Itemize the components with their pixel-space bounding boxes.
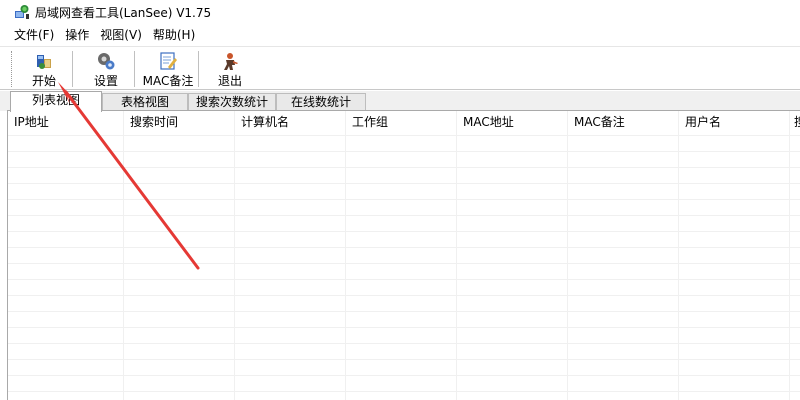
start-button[interactable]: 开始 xyxy=(26,49,62,89)
mac-note-icon xyxy=(158,51,178,71)
tab-online-count[interactable]: 在线数统计 xyxy=(276,93,366,111)
grid-line xyxy=(8,327,800,328)
grid-line xyxy=(789,111,790,400)
column-header-truncated[interactable]: 搜 xyxy=(790,111,800,135)
app-logo-icon xyxy=(14,4,30,20)
grid-line xyxy=(345,111,346,400)
title-bar: 局域网查看工具(LanSee) V1.75 xyxy=(0,0,800,24)
column-header-computer-name[interactable]: 计算机名 xyxy=(235,111,346,135)
grid-line xyxy=(8,231,800,232)
settings-icon xyxy=(96,51,116,71)
start-label: 开始 xyxy=(31,74,56,88)
menu-help[interactable]: 帮助(H) xyxy=(149,26,199,44)
grid-line xyxy=(8,247,800,248)
toolbar-separator xyxy=(134,51,136,87)
tab-search-count[interactable]: 搜索次数统计 xyxy=(188,93,276,111)
grid-line xyxy=(8,359,800,360)
menu-view[interactable]: 视图(V) xyxy=(96,26,146,44)
column-header-search-time[interactable]: 搜索时间 xyxy=(124,111,235,135)
grid-line xyxy=(8,391,800,392)
grid-line xyxy=(234,111,235,400)
grid-line xyxy=(8,215,800,216)
grid-line xyxy=(8,295,800,296)
tab-grid-view[interactable]: 表格视图 xyxy=(102,93,188,111)
mac-note-label: MAC备注 xyxy=(142,74,194,88)
grid-line xyxy=(678,111,679,400)
settings-label: 设置 xyxy=(93,74,118,88)
tab-strip: 列表视图 表格视图 搜索次数统计 在线数统计 xyxy=(0,91,800,112)
toolbar-separator xyxy=(198,51,200,87)
toolbar: 开始 设置 MAC备注 退出 xyxy=(0,46,800,90)
grid-line xyxy=(8,311,800,312)
grid-line xyxy=(8,343,800,344)
mac-note-button[interactable]: MAC备注 xyxy=(142,49,194,89)
grid-line xyxy=(123,111,124,400)
grid-line xyxy=(8,279,800,280)
grid-line xyxy=(456,111,457,400)
menu-file[interactable]: 文件(F) xyxy=(10,26,58,44)
grid-line xyxy=(8,135,800,136)
column-header-workgroup[interactable]: 工作组 xyxy=(346,111,457,135)
exit-label: 退出 xyxy=(217,74,242,88)
grid-line xyxy=(8,183,800,184)
column-header-username[interactable]: 用户名 xyxy=(679,111,790,135)
grid-line xyxy=(8,375,800,376)
grid-line xyxy=(8,167,800,168)
table-header: IP地址 搜索时间 计算机名 工作组 MAC地址 MAC备注 用户名 搜 xyxy=(8,111,800,135)
host-list-table[interactable]: IP地址 搜索时间 计算机名 工作组 MAC地址 MAC备注 用户名 搜 xyxy=(7,110,800,400)
tab-list-view[interactable]: 列表视图 xyxy=(10,91,102,112)
grid-line xyxy=(8,263,800,264)
toolbar-separator xyxy=(72,51,74,87)
exit-button[interactable]: 退出 xyxy=(214,49,246,89)
start-icon xyxy=(34,51,54,71)
column-header-mac-note[interactable]: MAC备注 xyxy=(568,111,679,135)
menu-operate[interactable]: 操作 xyxy=(61,26,93,44)
menu-bar: 文件(F) 操作 视图(V) 帮助(H) xyxy=(0,25,800,45)
column-header-mac-address[interactable]: MAC地址 xyxy=(457,111,568,135)
window-title: 局域网查看工具(LanSee) V1.75 xyxy=(35,5,212,20)
grid-line xyxy=(567,111,568,400)
column-header-ip[interactable]: IP地址 xyxy=(8,111,124,135)
toolbar-grip[interactable] xyxy=(11,51,13,87)
exit-icon xyxy=(220,51,240,71)
grid-line xyxy=(8,199,800,200)
settings-button[interactable]: 设置 xyxy=(88,49,124,89)
grid-line xyxy=(8,151,800,152)
